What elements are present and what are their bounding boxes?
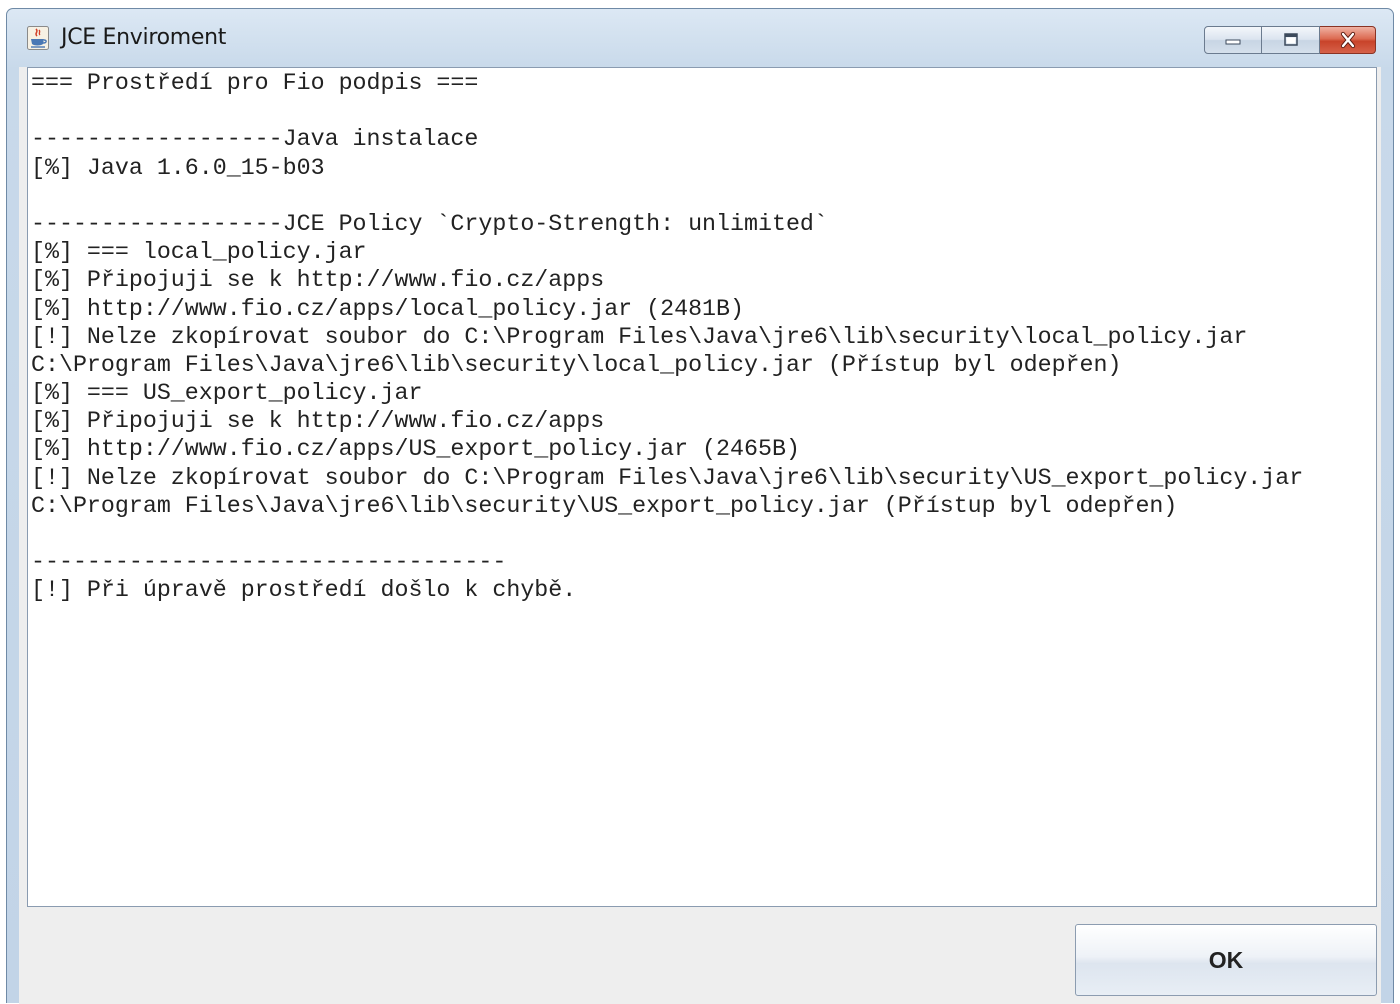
close-icon (1320, 27, 1375, 53)
ok-button[interactable]: OK (1075, 924, 1377, 996)
log-line: C:\Program Files\Java\jre6\lib\security\… (31, 351, 1122, 378)
java-icon[interactable] (27, 26, 49, 50)
log-line: [!] Nelze zkopírovat soubor do C:\Progra… (31, 323, 1248, 350)
title-bar[interactable]: JCE Enviroment (7, 9, 1393, 67)
maximize-icon (1262, 27, 1319, 53)
log-text: === Prostředí pro Fio podpis === --------… (31, 68, 1376, 605)
window-title: JCE Enviroment (61, 25, 227, 50)
log-line: [%] Připojuji se k http://www.fio.cz/app… (31, 267, 605, 294)
log-line: [!] Při úpravě prostředí došlo k chybě. (31, 577, 577, 604)
log-line: [%] Java 1.6.0_15-b03 (31, 154, 325, 181)
jce-environment-window: JCE Enviroment === Prostředí pro Fio pod… (6, 8, 1394, 1004)
log-line: [%] http://www.fio.cz/apps/US_export_pol… (31, 436, 800, 463)
minimize-button[interactable] (1204, 26, 1262, 54)
log-line: [%] Připojuji se k http://www.fio.cz/app… (31, 408, 605, 435)
dialog-content: === Prostředí pro Fio podpis === --------… (19, 67, 1381, 1004)
log-line: [%] http://www.fio.cz/apps/local_policy.… (31, 295, 745, 322)
minimize-icon (1205, 27, 1261, 53)
log-output-area[interactable]: === Prostředí pro Fio podpis === --------… (27, 67, 1377, 907)
log-line: C:\Program Files\Java\jre6\lib\security\… (31, 492, 1178, 519)
maximize-button[interactable] (1262, 26, 1320, 54)
close-button[interactable] (1320, 26, 1376, 54)
log-line: [!] Nelze zkopírovat soubor do C:\Progra… (31, 464, 1304, 491)
log-line: ------------------Java instalace (31, 126, 479, 153)
log-line: === Prostředí pro Fio podpis === (31, 70, 479, 96)
log-line: [%] === US_export_policy.jar (31, 380, 423, 407)
log-line: ------------------JCE Policy `Crypto-Str… (31, 210, 828, 237)
log-line: [%] === local_policy.jar (31, 239, 367, 266)
log-line: ---------------------------------- (31, 549, 507, 576)
